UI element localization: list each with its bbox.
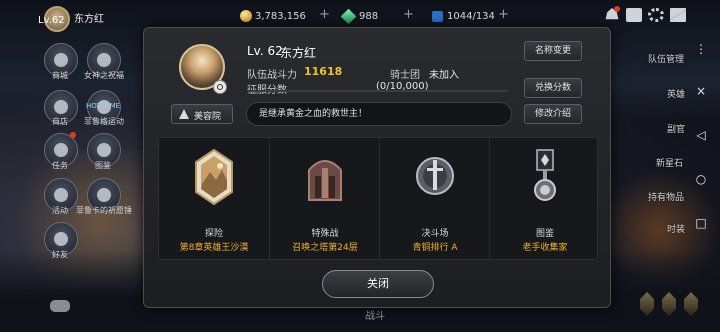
card-value: 青铜排行 A (412, 243, 458, 253)
menu-label-shop: 商城 (52, 71, 68, 80)
edit-intro-button[interactable]: 修改介绍 (524, 104, 582, 124)
right-menu-team[interactable]: 队伍管理 (648, 52, 684, 65)
gem-icon (340, 8, 357, 24)
team-power-value: 11618 (304, 65, 343, 78)
stamina-amount: 1044/134 (447, 10, 495, 22)
gold-coin-icon (240, 10, 252, 22)
card-title: 特殊战 (311, 229, 339, 239)
card-value: 第8章英雄王沙漠 (179, 243, 249, 253)
profile-name: 东方红 (280, 46, 317, 60)
stamina-icon (432, 10, 443, 22)
menu-label-quest: 任务 (52, 161, 68, 170)
card-title: 决斗场 (421, 229, 449, 239)
home-circle-icon[interactable]: ○ (694, 172, 708, 186)
sword-medal-icon (416, 157, 454, 195)
guild-label: 骑士团 (390, 70, 420, 81)
card-adventure[interactable]: 探险 第8章英雄王沙漠 (159, 138, 269, 259)
back-triangle-icon[interactable]: ◁ (694, 128, 708, 142)
intro-text-field[interactable]: 是继承黄金之血的救世主！ (246, 102, 512, 126)
battle-label[interactable]: 战斗 (365, 307, 385, 322)
beauty-salon-button[interactable]: 美容院 (171, 104, 233, 124)
profile-level: Lv. 62 (247, 44, 283, 58)
change-portrait-icon[interactable] (213, 80, 227, 94)
right-menu-stone[interactable]: 新星石 (656, 156, 683, 169)
card-value: 老手收集家 (522, 243, 568, 253)
menu-label-hammer: 菲鲁卡的祈愿锤 (76, 206, 132, 215)
tower-icon (308, 160, 342, 201)
menu-label-blessing: 女神之祝福 (84, 71, 124, 80)
collector-medal-icon (534, 149, 556, 201)
menu-label-hot-time: 菲鲁格运动 (84, 117, 124, 126)
gem-amount: 988 (359, 10, 379, 22)
right-menu-adjutant[interactable]: 副官 (667, 122, 685, 135)
chat-icon[interactable] (626, 8, 642, 22)
add-stamina-icon[interactable]: + (498, 7, 509, 22)
rename-button[interactable]: 名称变更 (524, 41, 582, 61)
right-menu-hero[interactable]: 英雄 (667, 87, 685, 100)
gold-amount: 3,783,156 (255, 10, 306, 22)
exchange-points-button[interactable]: 兑换分数 (524, 78, 582, 98)
desert-crystal-icon (195, 148, 233, 206)
right-menu-costume[interactable]: 时装 (667, 222, 685, 235)
guild-value: 未加入 (429, 70, 459, 81)
system-nav-strip: ⋮ × ◁ ○ □ (690, 32, 712, 332)
menu-label-codex: 图鉴 (95, 161, 111, 170)
stamina-counter: 1044/134 (432, 9, 495, 23)
card-title: 图鉴 (535, 229, 554, 239)
player-level: Lv.62 (38, 15, 65, 26)
conquest-progress-bar (248, 90, 508, 92)
card-special-battle[interactable]: 特殊战 召唤之塔第24层 (269, 138, 379, 259)
notification-dot (614, 6, 620, 12)
add-gem-icon[interactable]: + (403, 7, 414, 22)
menu-label-event: 活动 (52, 206, 68, 215)
player-name: 东方红 (74, 14, 104, 25)
hanger-icon (179, 109, 189, 119)
close-x-icon[interactable]: × (694, 84, 708, 98)
gamepad-icon[interactable] (50, 300, 70, 312)
card-value: 召唤之塔第24层 (292, 243, 358, 253)
close-button[interactable]: 关闭 (322, 270, 434, 298)
recents-square-icon[interactable]: □ (694, 216, 708, 230)
card-arena[interactable]: 决斗场 青铜排行 A (379, 138, 489, 259)
conquest-label: 征服分数 (247, 81, 287, 96)
team-power-label: 队伍战斗力 (247, 70, 297, 81)
add-gold-icon[interactable]: + (319, 7, 330, 22)
beauty-salon-label: 美容院 (194, 112, 222, 122)
right-menu-items[interactable]: 持有物品 (648, 190, 684, 203)
gem-counter: 988 (340, 8, 379, 24)
quest-red-dot (70, 132, 76, 138)
profile-modal: Lv. 62 东方红 队伍战斗力 11618 骑士团 未加入 征服分数 (0/1… (143, 27, 611, 308)
menu-label-friends: 好友 (52, 250, 68, 259)
menu-label-store: 商店 (52, 117, 68, 126)
gold-counter: 3,783,156 (240, 9, 306, 23)
card-title: 探险 (204, 229, 223, 239)
card-codex[interactable]: 图鉴 老手收集家 (489, 138, 599, 259)
hot-time-badge: HOT TIME (86, 102, 121, 110)
achievement-cards: 探险 第8章英雄王沙漠 特殊战 召唤之塔第24层 决斗场 青铜排行 A 图鉴 老… (158, 137, 598, 260)
settings-gear-icon[interactable] (648, 8, 664, 22)
more-vertical-icon[interactable]: ⋮ (694, 42, 708, 56)
mail-icon[interactable] (670, 8, 686, 22)
